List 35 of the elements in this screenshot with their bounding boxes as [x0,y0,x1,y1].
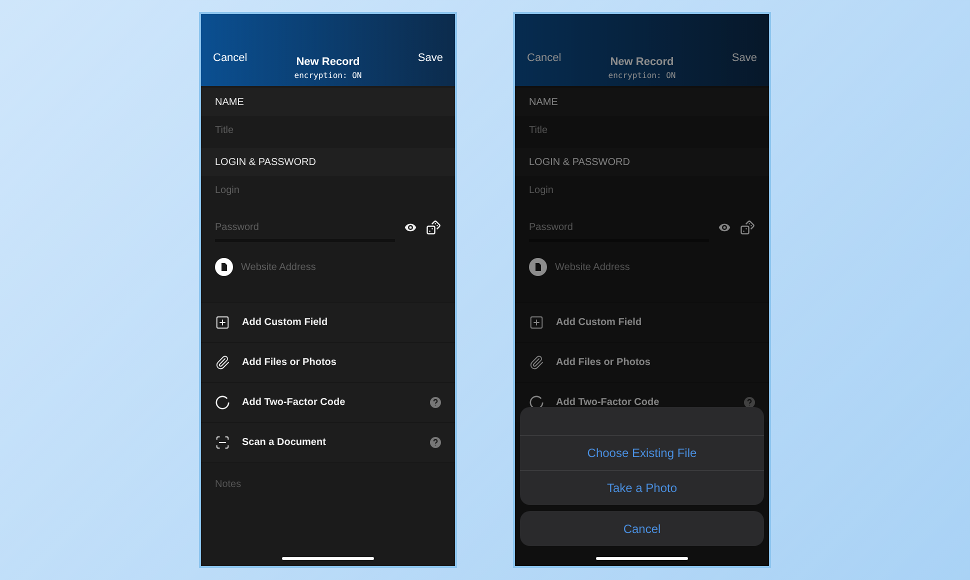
text-field[interactable]: Title [529,124,755,136]
plus-square-icon [529,315,544,330]
text-field[interactable]: Login [529,184,755,196]
section-label: NAME [529,96,558,108]
paperclip-icon [529,355,544,370]
text-field[interactable]: Login [215,184,441,196]
document-icon [215,258,233,276]
encryption-status: encryption: ON [294,71,362,80]
password-field[interactable]: Password [215,212,395,242]
circle-icon [215,395,230,410]
plus-square-icon [215,315,230,330]
encryption-status: encryption: ON [608,71,676,80]
sheet-option[interactable]: Choose Existing File [520,435,764,470]
scan-icon [215,435,230,450]
save-button[interactable]: Save [732,52,757,64]
dice-icon[interactable] [426,220,441,234]
sheet-option[interactable]: Take a Photo [520,470,764,505]
circle-icon [529,395,544,410]
password-field[interactable]: Password [529,212,709,242]
help-icon[interactable] [430,397,441,408]
screen-title: New Record [296,56,360,68]
section-label: NAME [215,96,244,108]
cancel-button[interactable]: Cancel [213,52,248,64]
document-icon [529,258,547,276]
website-field[interactable]: Website Address [241,262,441,272]
section-label: LOGIN & PASSWORD [215,156,316,168]
website-field[interactable]: Website Address [555,262,755,272]
save-button[interactable]: Save [418,52,443,64]
help-icon[interactable] [430,437,441,448]
section-label: LOGIN & PASSWORD [529,156,630,168]
text-field[interactable]: Title [215,124,441,136]
sheet-cancel-button[interactable]: Cancel [520,511,764,546]
paperclip-icon [215,355,230,370]
cancel-button[interactable]: Cancel [527,52,562,64]
screen-title: New Record [610,56,674,68]
